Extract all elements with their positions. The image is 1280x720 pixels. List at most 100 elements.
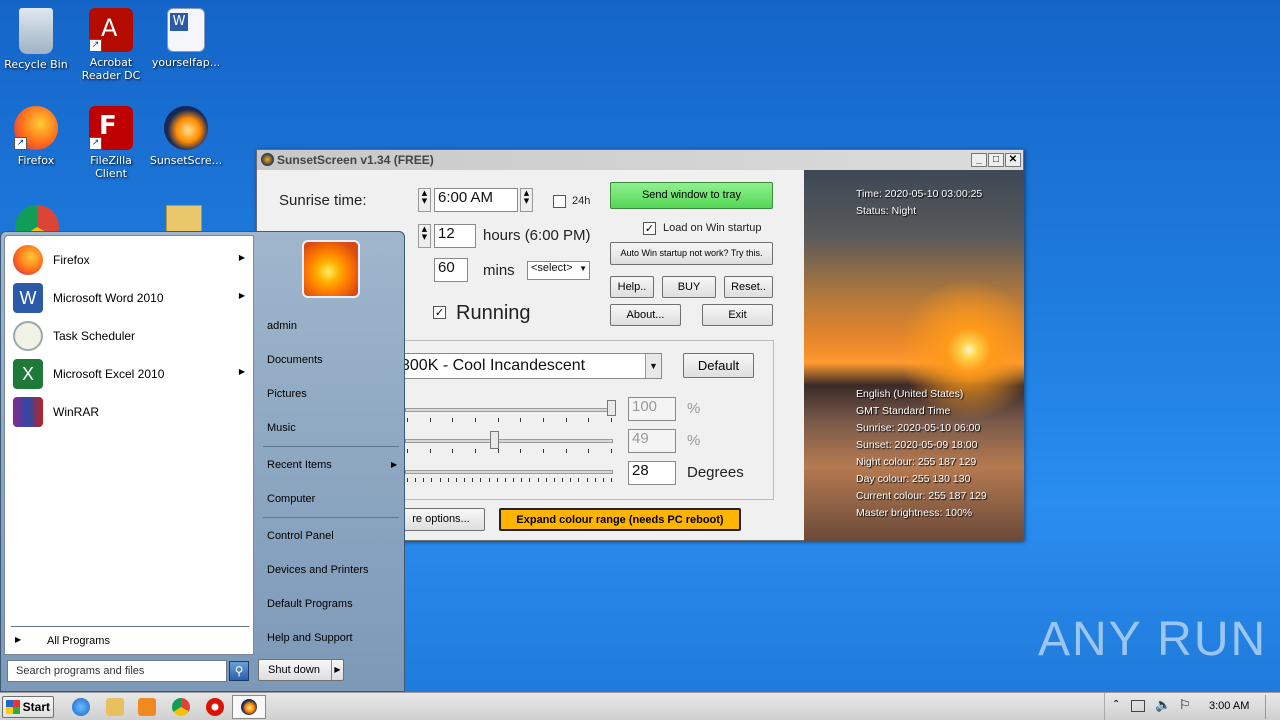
user-picture[interactable] [302,240,360,298]
start-item-task-scheduler[interactable]: Task Scheduler [11,318,251,354]
shutdown-button[interactable]: Shut down ▶ [258,659,344,681]
info-current-colour: Current colour: 255 187 129 [856,490,987,502]
slider-tick [431,478,433,482]
night-slider[interactable] [405,439,613,443]
sunrise-spinner-left[interactable]: ▲ ▼ [418,188,431,212]
start-button[interactable]: Start [2,696,54,718]
start-right-admin[interactable]: admin [267,320,297,332]
h24-checkbox[interactable] [553,195,566,208]
hours-spinner[interactable]: ▲ ▼ [418,224,431,248]
sunsetscreen-taskbar-button[interactable] [232,695,266,719]
volume-icon[interactable]: 🔈 [1155,698,1171,713]
send-to-tray-button[interactable]: Send window to tray [610,182,773,209]
reset-button[interactable]: Reset.. [724,276,773,298]
show-desktop-button[interactable] [1265,695,1277,719]
media-player-icon[interactable] [138,698,156,716]
about-button[interactable]: About... [610,304,681,326]
system-tray: ⌃ 🔈 ⚐ 3:00 AM [1104,693,1280,720]
start-right-music[interactable]: Music [267,422,296,434]
clock[interactable]: 3:00 AM [1209,700,1249,712]
start-right-documents[interactable]: Documents [267,354,323,366]
exit-button[interactable]: Exit [702,304,773,326]
night-unit: % [687,432,701,449]
network-icon[interactable] [1131,700,1145,712]
start-right-devices[interactable]: Devices and Printers [267,564,369,576]
info-night-colour: Night colour: 255 187 129 [856,456,977,468]
start-item-winrar[interactable]: WinRAR [11,394,251,430]
slider-tick [497,449,499,453]
mins-select-value: <select> [531,262,573,274]
slider-tick [611,478,612,482]
slider-tick [407,478,408,482]
start-right-recent-items[interactable]: Recent Items [267,459,332,471]
mins-field[interactable]: 60 [434,258,468,282]
hours-field[interactable]: 12 [434,224,476,248]
desktop-icon-recycle-bin[interactable]: Recycle Bin [0,8,74,71]
desktop-icon-acrobat[interactable]: A ↗ Acrobat Reader DC [73,8,149,82]
sunrise-time-field[interactable]: 6:00 AM [434,188,518,212]
desktop-icon-word-doc[interactable]: W yourselfap... [148,8,224,69]
desktop-icon-sunsetscreen[interactable]: SunsetScre... [148,106,224,167]
sunset-photo-panel: Time: 2020-05-10 03:00:25 Status: Night … [804,170,1024,541]
slider-tick [588,449,590,453]
angle-value[interactable]: 28 [628,461,676,485]
start-menu: Firefox ▶ W Microsoft Word 2010 ▶ Task S… [0,231,405,692]
slider-tick [543,449,544,453]
acrobat-icon: A ↗ [89,8,133,52]
search-icon[interactable]: ⚲ [229,661,249,681]
slider-tick [543,418,544,422]
slider-tick [611,418,612,422]
minimize-button[interactable]: _ [971,153,987,167]
night-slider-thumb[interactable] [490,431,499,449]
close-button[interactable]: ✕ [1005,153,1021,167]
default-button[interactable]: Default [683,353,754,378]
brightness-slider[interactable] [405,408,613,412]
chevron-right-icon[interactable]: ▶ [331,660,343,680]
brightness-value[interactable]: 100 [628,397,676,421]
angle-slider[interactable] [405,470,613,474]
chrome-icon[interactable] [172,698,190,716]
info-timezone: GMT Standard Time [856,405,951,417]
start-right-default-programs[interactable]: Default Programs [267,598,353,610]
start-item-word[interactable]: W Microsoft Word 2010 ▶ [11,280,251,316]
help-button[interactable]: Help.. [610,276,654,298]
buy-button[interactable]: BUY [662,276,716,298]
start-right-control-panel[interactable]: Control Panel [267,530,334,542]
divider [263,517,399,518]
explorer-folder-icon[interactable] [106,698,124,716]
mins-select[interactable]: <select> ▼ [527,261,590,280]
desktop-icon-filezilla[interactable]: F ↗ FileZilla Client [73,106,149,180]
slider-tick [480,478,482,482]
preset-dropdown[interactable]: 300K - Cool Incandescent ▼ [397,353,662,379]
preset-value: 300K - Cool Incandescent [401,357,586,374]
window-titlebar[interactable]: SunsetScreen v1.34 (FREE) _ □ ✕ [257,150,1023,170]
start-item-excel[interactable]: X Microsoft Excel 2010 ▶ [11,356,251,392]
expand-colour-button[interactable]: Expand colour range (needs PC reboot) [499,508,741,531]
night-value[interactable]: 49 [628,429,676,453]
start-right-help[interactable]: Help and Support [267,632,353,644]
all-programs[interactable]: ▶ All Programs [11,632,251,652]
angle-unit: Degrees [687,464,744,481]
maximize-button[interactable]: □ [988,153,1004,167]
more-options-button[interactable]: re options... [397,508,485,531]
start-item-firefox[interactable]: Firefox ▶ [11,242,251,278]
start-right-computer[interactable]: Computer [267,493,315,505]
auto-startup-button[interactable]: Auto Win startup not work? Try this. [610,242,773,265]
info-language: English (United States) [856,388,964,400]
start-right-pictures[interactable]: Pictures [267,388,307,400]
load-startup-checkbox[interactable]: ✓ [643,222,656,235]
shortcut-arrow-icon: ↗ [14,137,27,150]
search-box[interactable]: Search programs and files [7,660,227,682]
action-center-flag-icon[interactable]: ⚐ [1179,698,1191,713]
slider-tick [415,478,417,482]
opera-icon[interactable] [206,698,224,716]
desktop-icon-firefox[interactable]: ↗ Firefox [0,106,74,167]
h24-label: 24h [572,195,591,207]
internet-explorer-icon[interactable] [72,698,90,716]
slider-tick [439,478,441,482]
sunrise-spinner-right[interactable]: ▲ ▼ [520,188,533,212]
brightness-slider-thumb[interactable] [607,400,616,416]
show-hidden-icons-icon[interactable]: ⌃ [1112,699,1120,710]
hours-label: hours (6:00 PM) [483,227,591,244]
running-checkbox[interactable]: ✓ [433,306,446,319]
